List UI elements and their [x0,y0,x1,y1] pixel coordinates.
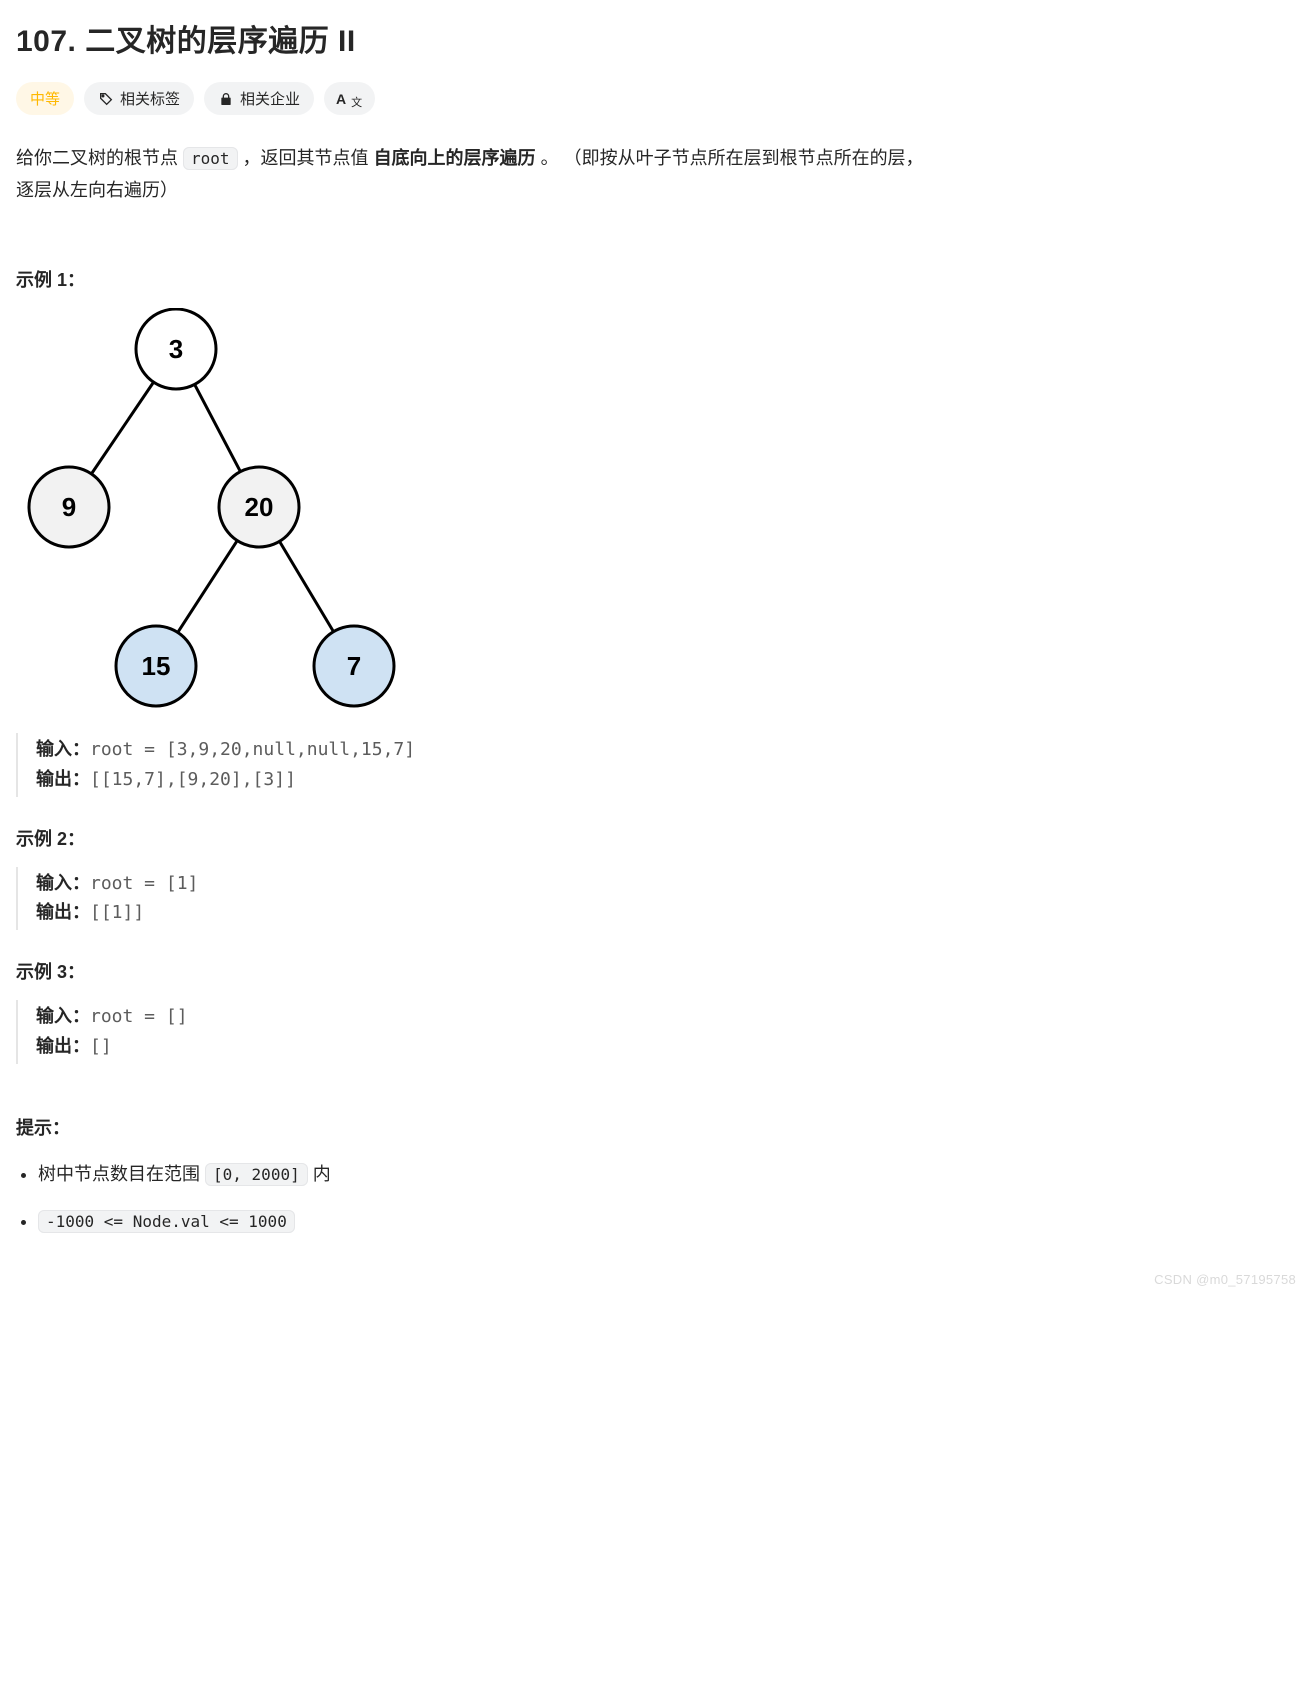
watermark: CSDN @m0_57195758 [1154,1272,1296,1287]
translate-icon-sub: 文 [351,94,362,110]
tree-node-value: 20 [245,492,274,522]
translate-icon: A [336,91,346,107]
tree-edge [178,541,238,633]
desc-bold: 自底向上的层序遍历 [374,148,536,168]
tags-chip-label: 相关标签 [120,88,180,109]
tree-node-value: 7 [347,651,361,681]
tree-node-value: 3 [169,334,183,364]
hint-code: -1000 <= Node.val <= 1000 [38,1210,295,1233]
tags-chip[interactable]: 相关标签 [84,82,194,115]
companies-chip-label: 相关企业 [240,88,300,109]
input-value: root = [1] [90,873,198,894]
tree-edge [195,384,241,471]
hint-text: 树中节点数目在范围 [38,1164,205,1184]
output-value: [[1]] [90,902,144,923]
companies-chip[interactable]: 相关企业 [204,82,314,115]
hints-label: 提示： [16,1114,1288,1140]
translate-chip[interactable]: A文 [324,82,375,115]
difficulty-chip[interactable]: 中等 [16,82,74,115]
example-label: 示例 2： [16,825,1288,851]
tree-diagram: 3 9 20 15 7 [16,308,396,708]
desc-mid: ，返回其节点值 [238,148,374,168]
input-label: 输入： [36,739,90,759]
example-block: 输入：root = []输出：[] [16,1000,1288,1064]
output-value: [] [90,1036,112,1057]
chip-row: 中等 相关标签 相关企业 A文 [16,82,1288,115]
hint-code: [0, 2000] [205,1163,308,1186]
hint-item: -1000 <= Node.val <= 1000 [38,1207,1288,1236]
problem-description: 给你二叉树的根节点 root ，返回其节点值 自底向上的层序遍历 。 （即按从叶… [16,143,936,206]
output-label: 输出： [36,769,90,789]
problem-title: 107. 二叉树的层序遍历 II [16,16,1288,60]
desc-pre: 给你二叉树的根节点 [16,148,183,168]
hint-text: 内 [308,1164,331,1184]
desc-code: root [183,147,238,170]
tree-edge [91,382,153,474]
example-label: 示例 1： [16,266,1288,292]
output-label: 输出： [36,1036,90,1056]
tree-edge [280,541,334,631]
tag-icon [98,91,114,107]
input-value: root = [] [90,1006,188,1027]
tree-node-value: 9 [62,492,76,522]
output-label: 输出： [36,902,90,922]
lock-icon [218,91,234,107]
input-label: 输入： [36,873,90,893]
input-label: 输入： [36,1006,90,1026]
hint-item: 树中节点数目在范围 [0, 2000] 内 [38,1160,1288,1189]
output-value: [[15,7],[9,20],[3]] [90,769,296,790]
examples-container: 示例 1：3920157输入：root = [3,9,20,null,null,… [16,266,1288,1064]
tree-node-value: 15 [142,651,171,681]
hints-list: 树中节点数目在范围 [0, 2000] 内 -1000 <= Node.val <… [16,1160,1288,1236]
example-label: 示例 3： [16,958,1288,984]
example-block: 输入：root = [3,9,20,null,null,15,7]输出：[[15… [16,733,1288,797]
input-value: root = [3,9,20,null,null,15,7] [90,739,415,760]
example-block: 输入：root = [1]输出：[[1]] [16,867,1288,931]
